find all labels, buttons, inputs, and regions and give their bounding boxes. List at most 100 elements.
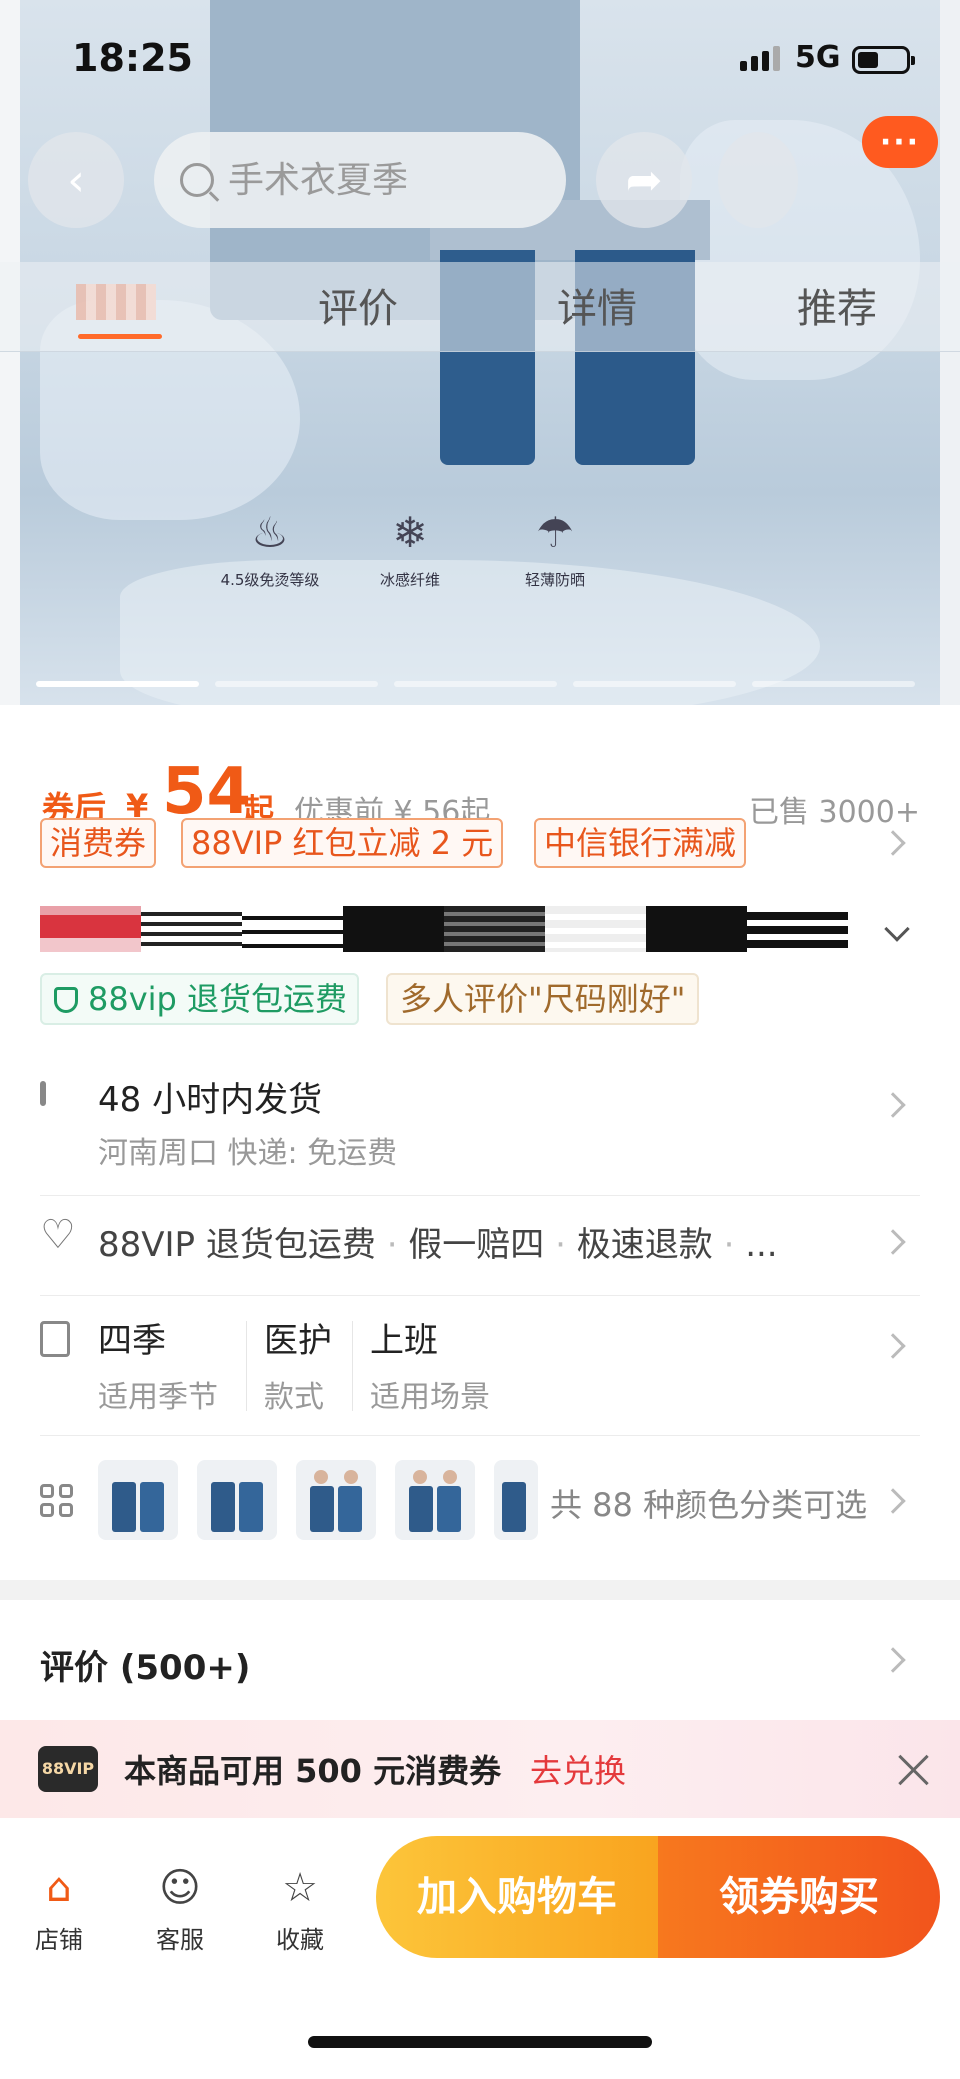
attribute-value: 医护 [264, 1321, 332, 1361]
service-list: 88VIP 退货包运费 · 假一赔四 · 极速退款 · ... [98, 1225, 778, 1265]
chevron-down-icon[interactable] [884, 916, 910, 942]
back-arrow-icon: ‹ [67, 154, 85, 206]
star-icon: ☆ [282, 1865, 318, 1911]
variant-thumbnail[interactable] [197, 1460, 277, 1540]
return-shipping-tag: 88vip 退货包运费 [40, 973, 360, 1025]
chevron-right-icon [880, 1229, 906, 1255]
service-label: 客服 [156, 1926, 204, 1954]
favorite-label: 收藏 [276, 1926, 324, 1954]
iron-icon: ♨ [251, 508, 289, 557]
vip-coupon-banner[interactable]: 88VIP 本商品可用 500 元消费券 去兑换 [0, 1720, 960, 1818]
vip-banner-text: 本商品可用 500 元消费券 [124, 1752, 502, 1790]
product-title-redacted [40, 906, 848, 952]
back-button[interactable]: ‹ [28, 132, 124, 228]
color-variants-row[interactable]: 共 88 种颜色分类可选 [40, 1460, 920, 1542]
truck-icon [40, 1081, 46, 1106]
carousel-dot [215, 681, 378, 687]
chat-face-icon: ☺ [159, 1865, 201, 1911]
tag-label: 88vip 退货包运费 [88, 980, 348, 1018]
store-icon: ⌂ [46, 1865, 72, 1911]
variant-thumbnail[interactable] [494, 1460, 538, 1540]
section-gap [0, 1580, 960, 1600]
coupon-tag[interactable]: 中信银行满减 [534, 818, 747, 868]
grid-icon [40, 1484, 73, 1517]
add-to-cart-button[interactable]: 加入购物车 [376, 1836, 658, 1958]
feature-item: ♨ 4.5级免烫等级 [200, 505, 340, 590]
reviews-header[interactable]: 评价 (500+) [40, 1640, 250, 1689]
share-button[interactable]: ➦ [596, 132, 692, 228]
feature-label: 轻薄防晒 [524, 571, 585, 589]
divider [40, 1435, 920, 1436]
service-item: 假一赔四 [408, 1225, 545, 1265]
shipping-title: 48 小时内发货 [98, 1080, 323, 1120]
coupon-tag[interactable]: 88VIP 红包立减 2 元 [181, 818, 504, 868]
attribute-key: 款式 [264, 1380, 324, 1415]
feature-label: 冰感纤维 [379, 571, 440, 589]
share-icon: ➦ [625, 154, 663, 206]
attribute-item: 四季 适用季节 [98, 1313, 218, 1416]
redeem-link[interactable]: 去兑换 [530, 1746, 626, 1792]
service-item: 极速退款 [576, 1225, 713, 1265]
clock: 18:25 [72, 36, 193, 80]
divider [40, 1195, 920, 1196]
service-guarantee-row[interactable]: ♡ 88VIP 退货包运费 · 假一赔四 · 极速退款 · ... [40, 1215, 920, 1275]
customer-service-button[interactable]: ☺ 客服 [135, 1866, 225, 1955]
coupon-tag[interactable]: 消费券 [40, 818, 157, 868]
review-highlight-tag[interactable]: 多人评价"尺码刚好" [386, 973, 700, 1025]
feature-item: ❄ 冰感纤维 [340, 505, 480, 590]
carousel-dot [394, 681, 557, 687]
fabric-icon: ☂ [536, 508, 574, 557]
shop-label: 店铺 [35, 1926, 83, 1954]
variant-thumbnail[interactable] [296, 1460, 376, 1540]
chevron-right-icon [880, 1488, 906, 1514]
active-tab-indicator [78, 334, 162, 339]
battery-icon [852, 46, 915, 74]
cart-button[interactable] [718, 132, 798, 228]
tab-details[interactable]: 详情 [557, 276, 637, 334]
attribute-item: 医护 款式 [264, 1313, 332, 1416]
home-indicator[interactable] [308, 2036, 652, 2048]
service-item: ... [745, 1225, 778, 1265]
signal-icon [740, 46, 780, 71]
network-label: 5G [795, 40, 841, 75]
attribute-item: 上班 适用场景 [370, 1313, 490, 1416]
carousel-dot [752, 681, 915, 687]
divider [352, 1321, 353, 1411]
section-tabs: 评价 详情 推荐 [0, 262, 960, 352]
chevron-right-icon [880, 1333, 906, 1359]
service-item: 88VIP 退货包运费 [98, 1225, 376, 1265]
tab-product[interactable] [76, 284, 156, 320]
status-bar: 18:25 5G [0, 0, 960, 120]
divider [246, 1321, 247, 1411]
tab-reviews[interactable]: 评价 [318, 276, 398, 334]
variant-thumbnail[interactable] [98, 1460, 178, 1540]
snowflake-icon: ❄ [392, 508, 428, 557]
carousel-dot [573, 681, 736, 687]
buy-with-coupon-button[interactable]: 领券购买 [658, 1836, 940, 1958]
heart-icon: ♡ [40, 1212, 76, 1258]
coupon-row[interactable]: 消费券 88VIP 红包立减 2 元 中信银行满减 [40, 818, 940, 870]
tab-recommend[interactable]: 推荐 [797, 276, 877, 334]
attributes-row[interactable]: 四季 适用季节 医护 款式 上班 适用场景 [40, 1313, 920, 1423]
variant-thumbnail[interactable] [395, 1460, 475, 1540]
favorite-button[interactable]: ☆ 收藏 [255, 1866, 345, 1955]
search-input[interactable] [228, 159, 548, 201]
search-bar[interactable] [154, 132, 566, 228]
shop-button[interactable]: ⌂ 店铺 [14, 1866, 104, 1955]
more-options-button[interactable]: ··· [862, 116, 938, 168]
more-icon: ··· [879, 124, 921, 160]
shipping-detail: 河南周口 快递: 免运费 [98, 1136, 398, 1171]
chevron-right-icon [880, 1647, 906, 1673]
carousel-dot [36, 681, 199, 687]
shipping-row[interactable]: 48 小时内发货 河南周口 快递: 免运费 [40, 1072, 920, 1182]
attribute-value: 四季 [98, 1321, 166, 1361]
attribute-key: 适用季节 [98, 1380, 218, 1415]
shield-icon [54, 987, 78, 1013]
attribute-value: 上班 [370, 1321, 438, 1361]
feature-item: ☂ 轻薄防晒 [485, 505, 625, 590]
close-icon[interactable] [896, 1752, 932, 1788]
feature-label: 4.5级免烫等级 [220, 571, 320, 589]
clipboard-icon [40, 1321, 70, 1357]
price-row: 券后 ¥ 54 起 优惠前 ¥ 56起 已售 3000+ [40, 735, 920, 830]
chevron-right-icon [880, 830, 906, 856]
